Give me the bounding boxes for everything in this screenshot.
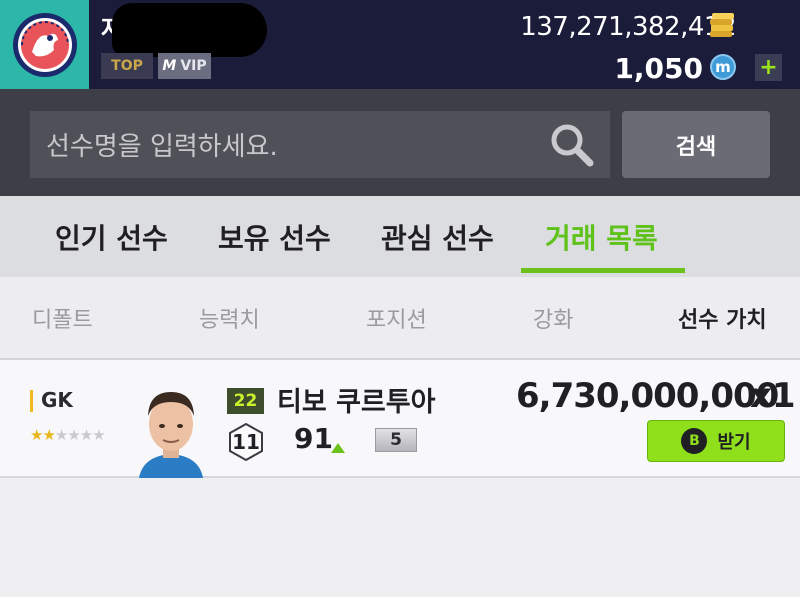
redaction-mark <box>112 3 267 57</box>
position-color-bar <box>30 390 33 412</box>
tab-watchlist-players[interactable]: 관심 선수 <box>381 196 494 277</box>
team-crest-icon <box>12 12 77 77</box>
player-overall: 91 <box>294 422 333 455</box>
avatar[interactable] <box>0 0 89 89</box>
search-button[interactable]: 검색 <box>622 111 770 178</box>
top-header: 자 TOP M VIP 137,271,382,412 1,050 m + <box>0 0 800 89</box>
points-balance: 1,050 <box>614 51 703 85</box>
coin-stack-icon <box>710 13 734 37</box>
active-tab-indicator <box>521 268 685 273</box>
sort-default[interactable]: 디폴트 <box>32 277 93 359</box>
coin-balance: 137,271,382,412 <box>520 12 736 42</box>
search-bar: 선수명을 입력하세요. 검색 <box>0 89 800 196</box>
player-name: 티보 쿠르투아 <box>277 387 436 418</box>
star-rating: ★★★★★★ <box>30 426 106 444</box>
top-badge: TOP <box>101 53 153 79</box>
player-search-input[interactable] <box>30 111 610 178</box>
sort-position[interactable]: 포지션 <box>366 277 427 359</box>
tab-bar: 인기 선수 보유 선수 관심 선수 거래 목록 <box>0 196 800 277</box>
trend-up-icon <box>331 443 345 453</box>
vip-m-letter: M <box>162 58 177 74</box>
player-price: 6,730,000,000 <box>516 376 779 416</box>
tab-owned-players[interactable]: 보유 선수 <box>218 196 331 277</box>
receive-button[interactable]: B 받기 <box>647 420 785 462</box>
player-quantity: x1 <box>750 376 796 416</box>
table-row[interactable]: GK ★★★★★★ 22 티보 쿠르투아 11 91 5 6,730,000,0… <box>0 360 800 478</box>
player-salary: 11 <box>232 430 260 454</box>
vip-label: VIP <box>180 58 207 74</box>
search-icon[interactable] <box>548 122 596 168</box>
upgrade-level-badge: 5 <box>375 428 417 452</box>
player-photo <box>139 392 203 478</box>
tab-popular-players[interactable]: 인기 선수 <box>55 196 168 277</box>
sort-ability[interactable]: 능력치 <box>199 277 260 359</box>
tab-trade-list[interactable]: 거래 목록 <box>545 196 658 277</box>
receive-button-label: 받기 <box>717 432 751 453</box>
sort-bar: 디폴트 능력치 포지션 강화 선수 가치 <box>0 277 800 359</box>
season-badge: 22 <box>227 388 264 414</box>
vip-badge: M VIP <box>158 53 211 79</box>
mileage-icon: m <box>710 54 736 80</box>
b-coin-icon: B <box>681 428 708 454</box>
player-position: GK <box>41 388 73 412</box>
add-points-button[interactable]: + <box>755 54 782 81</box>
sort-player-value[interactable]: 선수 가치 <box>678 277 767 359</box>
sort-enhancement[interactable]: 강화 <box>533 277 573 359</box>
